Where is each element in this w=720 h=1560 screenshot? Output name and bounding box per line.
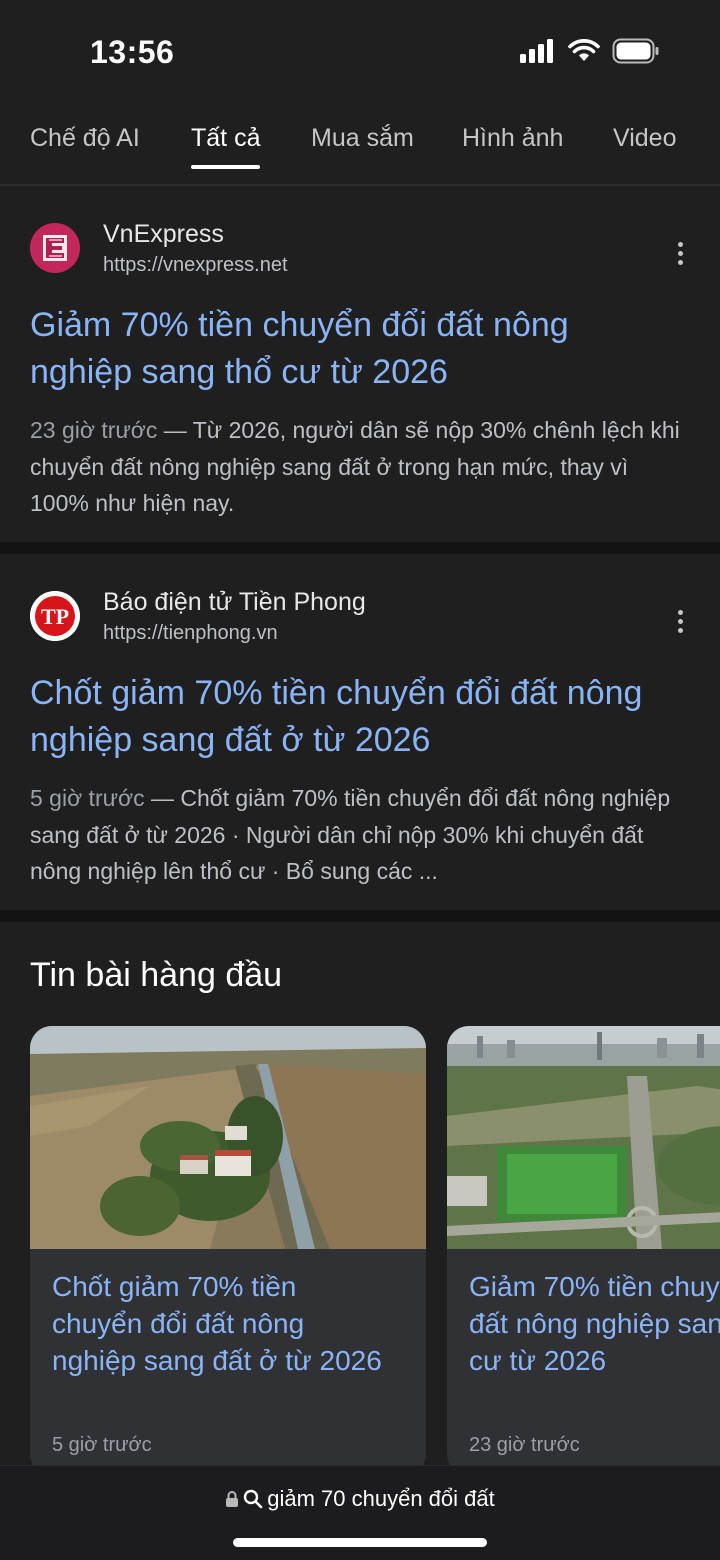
search-query-text[interactable]: giảm 70 chuyển đổi đất <box>267 1486 495 1512</box>
result-title-link[interactable]: Giảm 70% tiền chuyển đổi đất nông nghiệp… <box>30 302 670 396</box>
tienphong-logo-icon: TP <box>30 591 80 641</box>
search-result-card: TP Báo điện tử Tiền Phong https://tienph… <box>0 554 720 910</box>
search-tabs: Chế độ AI Tất cả Mua sắm Hình ảnh Video <box>0 100 720 186</box>
site-name[interactable]: Báo điện tử Tiền Phong <box>103 588 366 617</box>
site-url[interactable]: https://tienphong.vn <box>103 622 278 645</box>
dot-icon <box>677 609 683 615</box>
result-date: 5 giờ trước <box>30 785 145 811</box>
svg-text:TP: TP <box>41 604 69 629</box>
top-story-card[interactable]: Chốt giảm 70% tiền chuyển đổi đất nông n… <box>30 1026 426 1476</box>
aerial-farmland-village-photo <box>30 1026 426 1249</box>
story-title-link[interactable]: Chốt giảm 70% tiền chuyển đổi đất nông n… <box>52 1268 392 1379</box>
tab-label: Tất cả <box>191 124 261 152</box>
story-date: 23 giờ trước <box>469 1434 580 1456</box>
more-options-button[interactable] <box>670 601 690 641</box>
site-name[interactable]: VnExpress <box>103 220 224 249</box>
tab-ai-mode[interactable]: Chế độ AI <box>30 124 140 153</box>
aerial-city-greenfield-photo <box>447 1026 720 1249</box>
battery-icon <box>612 38 659 64</box>
tab-images[interactable]: Hình ảnh <box>462 124 563 153</box>
lock-icon <box>226 1491 239 1507</box>
vnexpress-logo-icon <box>30 223 80 273</box>
wifi-icon <box>568 39 600 61</box>
status-bar: 13:56 <box>0 0 720 100</box>
dot-icon <box>677 259 683 265</box>
tab-all[interactable]: Tất cả <box>191 124 261 169</box>
result-date: 23 giờ trước <box>30 417 158 443</box>
result-divider <box>0 910 720 922</box>
tab-label: Hình ảnh <box>462 124 564 152</box>
top-story-card[interactable]: Giảm 70% tiền chuyển đổi đất nông nghiệp… <box>447 1026 720 1476</box>
search-result-card: VnExpress https://vnexpress.net Giảm 70%… <box>0 188 720 542</box>
dot-icon <box>677 250 683 256</box>
dot-icon <box>677 241 683 247</box>
tab-label: Chế độ AI <box>30 124 140 152</box>
home-indicator[interactable] <box>233 1538 487 1547</box>
more-options-button[interactable] <box>670 233 690 273</box>
result-snippet: 23 giờ trước — Từ 2026, người dân sẽ nộp… <box>30 412 690 522</box>
tab-videos[interactable]: Video <box>613 124 677 153</box>
search-icon <box>244 1489 263 1509</box>
search-results-page: 13:56 Chế độ AI Tất cả Mua sắm Hình ảnh … <box>0 0 720 1560</box>
tab-label: Video <box>613 124 677 152</box>
tab-shopping[interactable]: Mua sắm <box>311 124 414 153</box>
status-icons <box>520 38 660 64</box>
result-title-link[interactable]: Chốt giảm 70% tiền chuyển đổi đất nông n… <box>30 670 670 764</box>
status-time: 13:56 <box>90 34 175 70</box>
tab-label: Mua sắm <box>311 124 414 152</box>
address-bar[interactable]: giảm 70 chuyển đổi đất <box>0 1465 720 1560</box>
active-tab-indicator <box>191 165 261 169</box>
cellular-signal-icon <box>520 39 553 63</box>
site-url[interactable]: https://vnexpress.net <box>103 254 288 277</box>
result-snippet: 5 giờ trước — Chốt giảm 70% tiền chuyển … <box>30 780 690 890</box>
story-title-link[interactable]: Giảm 70% tiền chuyển đổi đất nông nghiệp… <box>469 1268 720 1379</box>
dot-icon <box>677 618 683 624</box>
story-date: 5 giờ trước <box>52 1434 152 1456</box>
top-stories-heading: Tin bài hàng đầu <box>30 956 283 994</box>
dot-icon <box>677 627 683 633</box>
address-bar-content[interactable]: giảm 70 chuyển đổi đất <box>0 1486 720 1512</box>
result-divider <box>0 542 720 554</box>
